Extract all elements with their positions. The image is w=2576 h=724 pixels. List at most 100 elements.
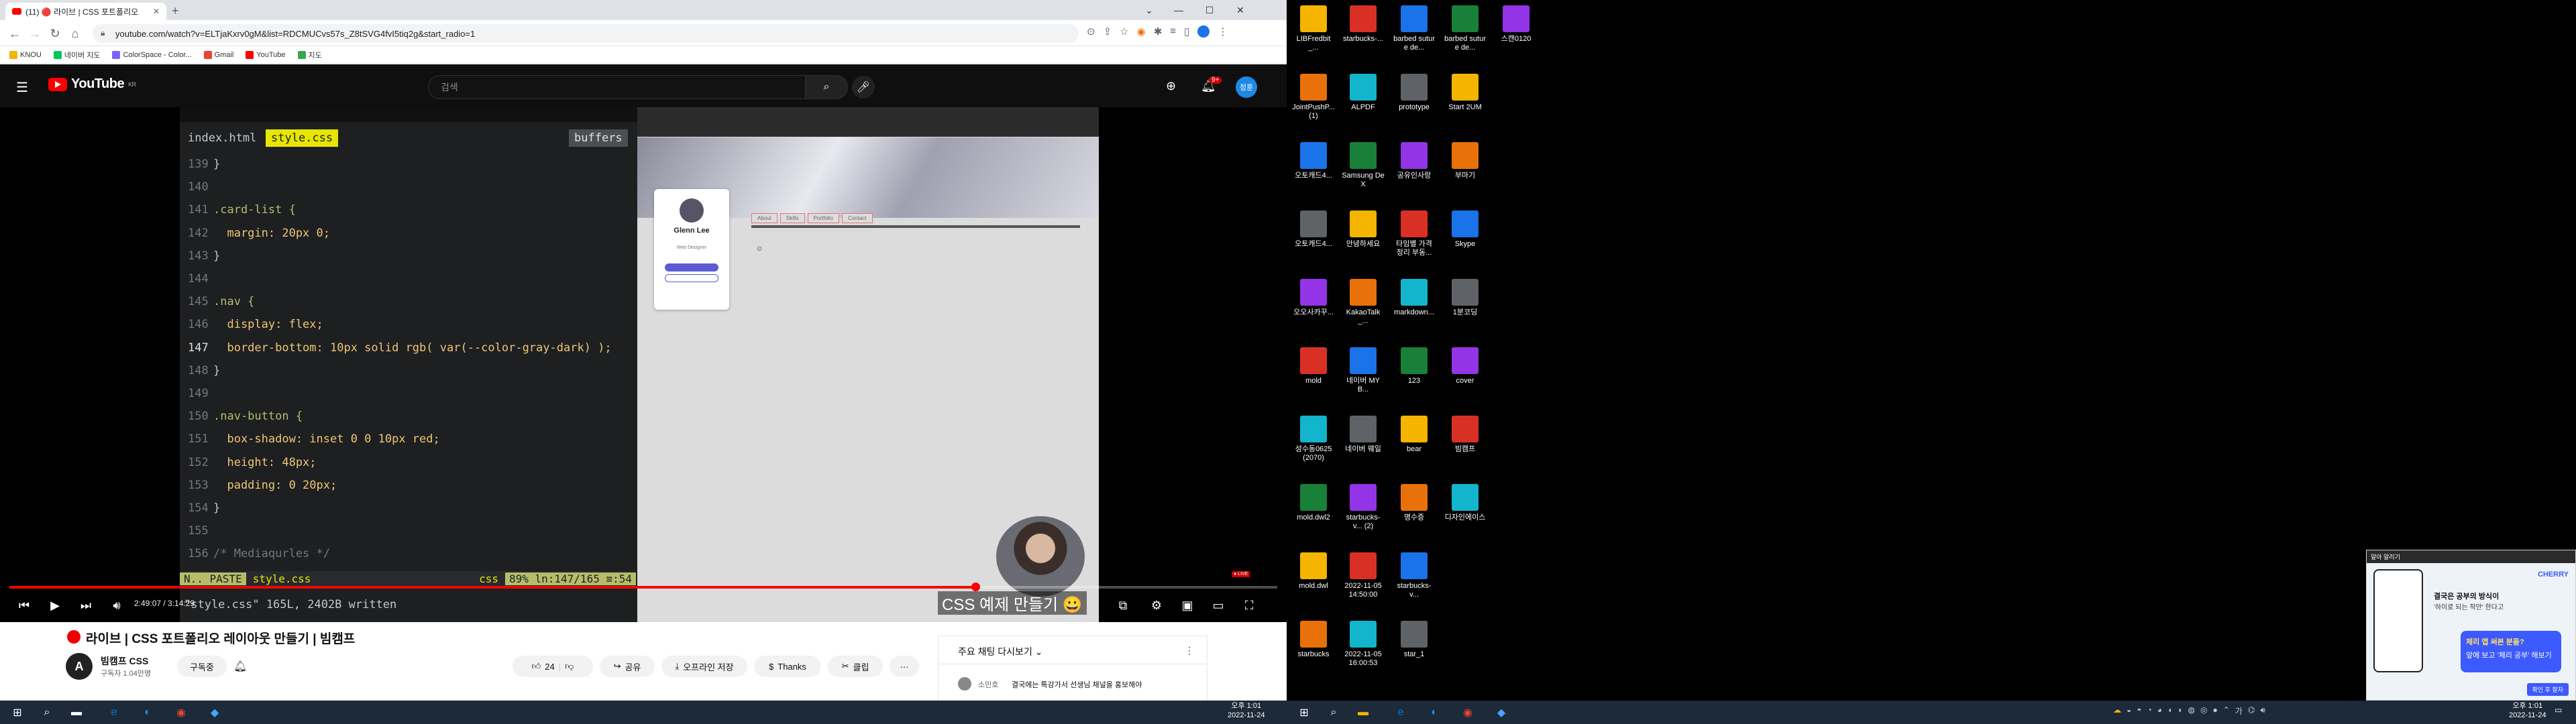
media-icon[interactable]: ≡ xyxy=(1170,25,1176,38)
desktop-icon[interactable]: mold.dwl xyxy=(1292,547,1335,613)
ad-button[interactable]: 확인 후 잘자 xyxy=(2526,683,2569,696)
fullscreen-icon[interactable]: ⛶ xyxy=(1237,595,1261,615)
sidepanel-icon[interactable]: ▯ xyxy=(1184,25,1189,38)
reload-icon[interactable]: ↻ xyxy=(47,25,63,42)
tray-app-icon[interactable]: ● xyxy=(2212,705,2217,717)
desktop-icon[interactable]: 명수증 xyxy=(1393,479,1436,544)
desktop-icon[interactable]: LIBFredbit_... xyxy=(1292,0,1335,66)
desktop-icon[interactable]: 성수동0625 (2070) xyxy=(1292,410,1335,476)
desktop-icon[interactable]: JointPushP... (1) xyxy=(1292,68,1335,134)
volume-icon[interactable]: 🔊︎ xyxy=(105,595,129,615)
share-icon[interactable]: ⇪ xyxy=(1104,25,1112,38)
tray-app-icon[interactable]: ◎ xyxy=(2200,705,2207,717)
miniplayer-icon[interactable]: ▣ xyxy=(1175,595,1199,615)
google-lens-icon[interactable]: ⊙ xyxy=(1087,25,1095,38)
desktop-icon[interactable]: 오토캐드4... xyxy=(1292,205,1335,271)
desktop-icon[interactable]: 오토캐드4... xyxy=(1292,137,1335,202)
bookmark-maps[interactable]: 지도 xyxy=(297,50,322,60)
forward-arrow-icon[interactable]: → xyxy=(27,25,43,42)
desktop-icon[interactable]: 네이버 MYB... xyxy=(1342,342,1385,408)
desktop-icon[interactable]: bear xyxy=(1393,410,1436,476)
theater-mode-icon[interactable]: ▭ xyxy=(1206,595,1230,615)
chrome-taskbar-icon[interactable]: ◉ xyxy=(168,702,195,723)
bookmark-colorspace[interactable]: ColorSpace - Color... xyxy=(112,50,192,59)
like-dislike-button[interactable]: 👍︎ 24 | 👎︎ xyxy=(513,656,593,677)
windows-start-icon[interactable]: ⊞ xyxy=(4,702,31,723)
zoom-taskbar-icon[interactable]: ◆ xyxy=(1488,702,1515,723)
maximize-icon[interactable]: ☐ xyxy=(1194,0,1225,20)
desktop-icon[interactable]: cover xyxy=(1444,342,1487,408)
desktop-icon[interactable]: starbucks-v... (2) xyxy=(1342,479,1385,544)
previous-icon[interactable]: ⏮ xyxy=(12,595,36,615)
next-icon[interactable]: ⏭ xyxy=(74,595,98,615)
minimize-icon[interactable]: — xyxy=(1163,0,1194,20)
bookmark-star-icon[interactable]: ☆ xyxy=(1120,25,1128,38)
desktop-icon[interactable]: prototype xyxy=(1393,68,1436,134)
bookmark-naver-map[interactable]: 네이버 지도 xyxy=(53,50,100,60)
tray-app-icon[interactable]: ◒ xyxy=(2127,705,2131,717)
youtube-logo[interactable]: YouTube KR xyxy=(48,76,136,92)
desktop-icon[interactable]: Skype xyxy=(1444,205,1487,271)
desktop-icon[interactable]: star_1 xyxy=(1393,615,1436,681)
settings-gear-icon[interactable]: ⚙ xyxy=(1144,595,1169,615)
whale-browser-icon[interactable]: ◐ xyxy=(134,702,161,723)
edge-icon[interactable]: e xyxy=(101,702,127,723)
desktop-icon[interactable]: KakaoTalk_... xyxy=(1342,274,1385,339)
desktop-icon[interactable]: Samsung DeX xyxy=(1342,137,1385,202)
address-bar[interactable]: 🔒︎ youtube.com/watch?v=ELTjaKxrv0gM&list… xyxy=(93,24,1079,43)
desktop-icon[interactable]: 오오사카꾸... xyxy=(1292,274,1335,339)
ad-banner[interactable]: 체리 앱 써본 분들? 앞에 보고 '체리 공부' 해보기 xyxy=(2461,631,2561,672)
tab-search-icon[interactable]: ⌄ xyxy=(1134,0,1165,20)
chevron-up-icon[interactable]: ⌃ xyxy=(2223,705,2230,717)
desktop-icon[interactable]: 안녕하세요 xyxy=(1342,205,1385,271)
create-video-icon[interactable]: ⊕ xyxy=(1166,79,1176,93)
bookmark-youtube[interactable]: YouTube xyxy=(246,50,286,59)
clock-right[interactable]: 오후 1:01 2022-11-24 xyxy=(2509,701,2546,720)
taskbar-search-icon[interactable]: ⌕ xyxy=(34,702,60,723)
microphone-icon[interactable]: 🎤︎ xyxy=(852,76,875,99)
chapter-title[interactable]: CSS 예제 만들기 😀 xyxy=(938,591,1087,615)
desktop-icon[interactable]: 타임별 가격 정리 부동... xyxy=(1393,205,1436,271)
desktop-icon[interactable]: mold.dwl2 xyxy=(1292,479,1335,544)
extension-icon[interactable]: ◉ xyxy=(1137,25,1146,38)
file-explorer-icon[interactable]: ▬ xyxy=(63,702,90,723)
desktop-icon[interactable]: starbucks-... xyxy=(1342,0,1385,66)
account-avatar[interactable]: 정훈 xyxy=(1236,76,1257,98)
tray-app-icon[interactable]: ◕ xyxy=(2157,705,2162,717)
speaker-icon[interactable]: 🔊︎ xyxy=(2260,705,2265,717)
back-arrow-icon[interactable]: ← xyxy=(7,25,23,42)
chat-menu-icon[interactable]: ⋮ xyxy=(1185,645,1194,656)
search-icon[interactable]: ⌕ xyxy=(805,75,848,99)
language-icon[interactable]: 가 xyxy=(2235,705,2243,717)
subtitles-icon[interactable]: ⧉ xyxy=(1111,595,1135,615)
zoom-taskbar-icon[interactable]: ◆ xyxy=(201,702,228,723)
weather-icon[interactable]: ☁ xyxy=(2113,705,2121,717)
clock-left[interactable]: 오후 1:01 2022-11-24 xyxy=(1228,701,1265,720)
desktop-icon[interactable]: 123 xyxy=(1393,342,1436,408)
tray-app-icon[interactable]: ◔ xyxy=(2147,705,2152,717)
edge-icon[interactable]: e xyxy=(1387,702,1414,723)
file-explorer-icon[interactable]: ▬ xyxy=(1350,702,1377,723)
channel-name[interactable]: 빔캠프 CSS xyxy=(101,654,148,668)
chrome-menu-icon[interactable]: ⋮ xyxy=(1218,25,1228,38)
desktop-icon[interactable]: 디자인에이스 xyxy=(1444,479,1487,544)
desktop-icon[interactable]: barbed suture de... xyxy=(1393,0,1436,66)
desktop-icon[interactable]: starbucks-v... xyxy=(1393,547,1436,613)
desktop-icon[interactable]: starbucks xyxy=(1292,615,1335,681)
desktop-icon[interactable]: 1분코딩 xyxy=(1444,274,1487,339)
windows-start-icon[interactable]: ⊞ xyxy=(1291,702,1318,723)
bookmark-gmail[interactable]: Gmail xyxy=(203,50,233,59)
tab-close-icon[interactable]: ✕ xyxy=(153,7,160,16)
chrome-taskbar-icon[interactable]: ◉ xyxy=(1454,702,1481,723)
desktop-icon[interactable]: 빔캠프 xyxy=(1444,410,1487,476)
new-tab-button[interactable]: + xyxy=(172,4,179,18)
live-chat-title[interactable]: 주요 채팅 다시보기 ⌄ xyxy=(958,645,1042,658)
desktop-icon[interactable]: 스캔0120 xyxy=(1495,0,1538,66)
desktop-icon[interactable]: 2022-11-05 14:50:00 xyxy=(1342,547,1385,613)
bookmark-knou[interactable]: KNOU xyxy=(9,50,42,59)
desktop-icon[interactable]: 부마기 xyxy=(1444,137,1487,202)
youtube-search-input[interactable]: 검색 xyxy=(428,75,806,99)
tray-app-icon[interactable]: ◗ xyxy=(2178,705,2182,717)
tray-app-icon[interactable]: ◍ xyxy=(2188,705,2195,717)
share-button[interactable]: ↪ 공유 xyxy=(600,656,655,677)
